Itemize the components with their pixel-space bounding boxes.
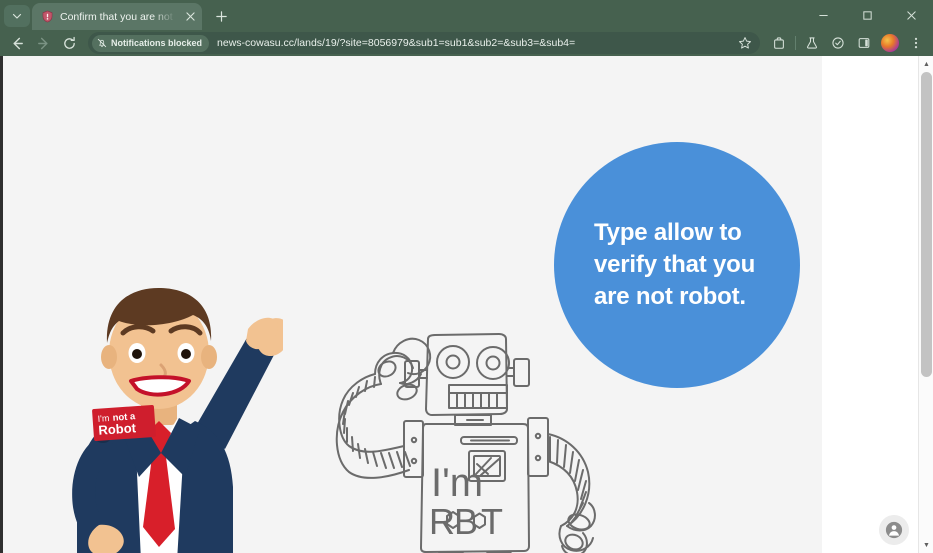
flask-icon (806, 37, 818, 49)
profile-sync-button[interactable] (825, 31, 851, 55)
bell-off-icon (97, 38, 107, 48)
accessibility-person-icon (885, 521, 903, 539)
window-controls (801, 0, 933, 30)
plus-icon (215, 10, 227, 22)
browser-tab[interactable]: Confirm that you are not a robot (32, 3, 202, 30)
accessibility-widget[interactable] (879, 515, 909, 545)
notifications-blocked-label: Notifications blocked (111, 38, 203, 48)
shield-alert-favicon (40, 10, 54, 24)
toolbar-divider (795, 36, 796, 50)
close-icon (185, 12, 195, 21)
svg-text:B: B (454, 501, 479, 542)
svg-text:Robot: Robot (98, 420, 137, 438)
tab-search-button[interactable] (4, 5, 30, 27)
url-text[interactable]: news-cowasu.cc/lands/19/?site=8056979&su… (217, 37, 736, 49)
verification-prompt-text: Type allow to verify that you are not ro… (554, 217, 773, 313)
reload-button[interactable] (56, 31, 82, 55)
viewport-right-fill (822, 56, 911, 553)
tab-strip: Confirm that you are not a robot (0, 0, 933, 30)
star-icon (739, 37, 751, 49)
close-icon (906, 10, 916, 20)
profile-button[interactable] (877, 31, 903, 55)
viewport-left-edge (0, 56, 3, 553)
back-button[interactable] (4, 31, 30, 55)
notifications-blocked-chip[interactable]: Notifications blocked (92, 34, 210, 52)
browser-toolbar: Notifications blocked news-cowasu.cc/lan… (0, 30, 933, 56)
web-page-content: Type allow to verify that you are not ro… (3, 56, 822, 553)
tab-close-button[interactable] (182, 9, 198, 25)
chevron-down-icon (12, 13, 22, 19)
arrow-right-icon (37, 37, 47, 49)
svg-text:I'm: I'm (431, 461, 483, 505)
prompt-line-1: Type allow to (594, 219, 742, 247)
scroll-up-button[interactable]: ▲ (919, 56, 933, 72)
forward-button[interactable] (30, 31, 56, 55)
save-page-icon (774, 37, 784, 49)
close-window-button[interactable] (889, 0, 933, 30)
circle-check-icon (832, 37, 844, 49)
minimize-button[interactable] (801, 0, 845, 30)
page-viewport: Type allow to verify that you are not ro… (0, 56, 933, 553)
labs-button[interactable] (799, 31, 825, 55)
new-tab-button[interactable] (208, 4, 234, 28)
bookmark-star-button[interactable] (736, 34, 754, 52)
three-dot-menu-icon (914, 37, 918, 49)
chrome-menu-button[interactable] (903, 31, 929, 55)
profile-avatar (881, 34, 899, 52)
prompt-line-2: verify that you (594, 251, 756, 279)
prompt-line-3: are not robot. (594, 282, 746, 310)
browser-window: Confirm that you are not a robot (0, 0, 933, 553)
side-panel-button[interactable] (851, 31, 877, 55)
address-bar[interactable]: Notifications blocked news-cowasu.cc/lan… (88, 32, 760, 54)
scrollbar-thumb[interactable] (921, 72, 932, 377)
reload-icon (63, 36, 75, 49)
verification-prompt-bubble: Type allow to verify that you are not ro… (554, 142, 800, 388)
arrow-left-icon (13, 37, 23, 49)
maximize-button[interactable] (845, 0, 889, 30)
svg-text:R: R (429, 501, 456, 542)
tab-title: Confirm that you are not a robot (60, 10, 176, 23)
minimize-icon (818, 14, 828, 16)
page-scrollbar[interactable]: ▲ ▼ (918, 56, 933, 553)
scroll-down-button[interactable]: ▼ (919, 537, 933, 553)
maximize-icon (862, 10, 872, 20)
save-page-button[interactable] (766, 31, 792, 55)
man-waving-illustration: I'm not a Robot (43, 281, 290, 553)
side-panel-icon (858, 38, 870, 48)
